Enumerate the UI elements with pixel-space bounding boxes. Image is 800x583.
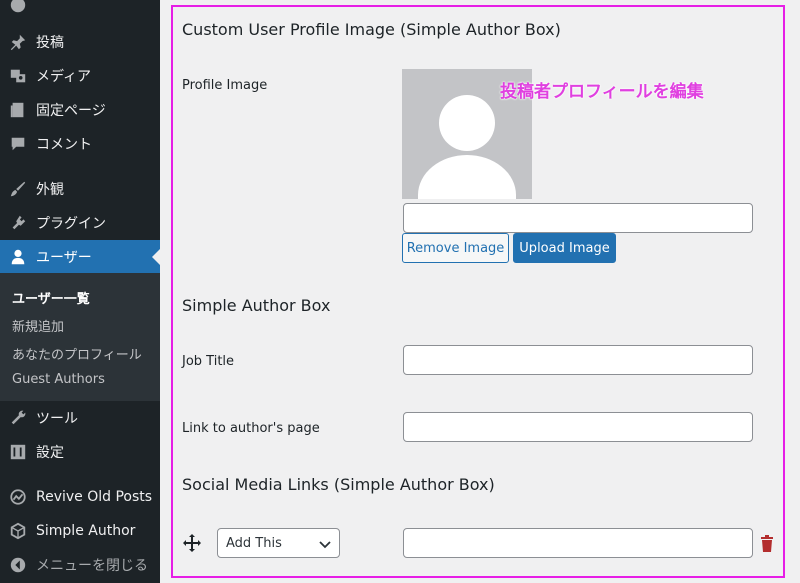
avatar-body-shape (418, 155, 516, 199)
settings-icon (0, 443, 36, 461)
chevron-down-icon (319, 538, 331, 550)
menu-label: ツール (36, 411, 78, 427)
submenu-item-guest-authors[interactable]: Guest Authors (12, 372, 105, 387)
job-title-label: Job Title (182, 354, 235, 369)
menu-item-posts[interactable]: 投稿 (0, 25, 160, 59)
menu-item-comments[interactable]: コメント (0, 127, 160, 161)
menu-label: 投稿 (36, 35, 64, 51)
admin-sidebar: 投稿 メディア 固定ページ コメント 外観 プラグイン ユーザー ユーザー一覧 … (0, 0, 160, 583)
user-icon (0, 248, 36, 266)
profile-image-section-title: Custom User Profile Image (Simple Author… (182, 20, 561, 39)
move-icon[interactable] (182, 533, 202, 553)
jetpack-icon (0, 0, 36, 14)
trash-icon[interactable] (760, 535, 774, 552)
menu-label: Simple Author (36, 523, 136, 539)
menu-label: プラグイン (36, 216, 106, 232)
profile-image-label: Profile Image (182, 78, 268, 93)
menu-label: メディア (36, 69, 92, 85)
pushpin-icon (0, 33, 36, 51)
upload-image-button[interactable]: Upload Image (513, 233, 616, 263)
author-link-input[interactable] (403, 412, 753, 442)
social-links-section-title: Social Media Links (Simple Author Box) (182, 475, 495, 494)
revive-icon (0, 488, 36, 506)
menu-label: ユーザー (36, 250, 92, 266)
remove-image-button[interactable]: Remove Image (402, 233, 509, 263)
comment-icon (0, 135, 36, 153)
menu-item-pages[interactable]: 固定ページ (0, 93, 160, 127)
submenu-item-add-new[interactable]: 新規追加 (12, 316, 64, 335)
page-icon (0, 101, 36, 119)
menu-label: 設定 (36, 445, 64, 461)
annotation-text: 投稿者プロフィールを編集 (500, 82, 704, 102)
menu-item-plugins[interactable]: プラグイン (0, 206, 160, 240)
profile-image-url-input[interactable] (403, 203, 753, 233)
submenu-item-all-users[interactable]: ユーザー一覧 (12, 288, 90, 307)
social-select-value: Add This (226, 535, 282, 551)
paintbrush-icon (0, 180, 36, 198)
menu-label: Revive Old Posts (36, 489, 153, 505)
menu-label: 外観 (36, 182, 64, 198)
social-url-input[interactable] (403, 528, 753, 558)
wrench-icon (0, 409, 36, 427)
cube-icon (0, 522, 36, 540)
collapse-arrow-icon (0, 556, 36, 574)
media-icon (0, 67, 36, 85)
menu-item-tools[interactable]: ツール (0, 401, 160, 435)
menu-item-users[interactable]: ユーザー (0, 240, 160, 274)
menu-item-appearance[interactable]: 外観 (0, 172, 160, 206)
menu-item-revive-old-posts[interactable]: Revive Old Posts (0, 480, 160, 514)
menu-item-simple-author[interactable]: Simple Author (0, 514, 160, 548)
author-link-label: Link to author's page (182, 421, 320, 436)
job-title-input[interactable] (403, 345, 753, 375)
users-submenu: ユーザー一覧 新規追加 あなたのプロフィール Guest Authors (0, 273, 160, 401)
plugin-icon (0, 214, 36, 232)
author-box-section-title: Simple Author Box (182, 296, 331, 315)
menu-item-collapse[interactable]: メニューを閉じる (0, 548, 160, 582)
avatar-head-shape (439, 95, 495, 151)
menu-label: 固定ページ (36, 103, 106, 119)
menu-item-jetpack-partial[interactable] (0, 0, 160, 22)
menu-label: メニューを閉じる (36, 558, 148, 574)
menu-item-settings[interactable]: 設定 (0, 435, 160, 469)
menu-item-media[interactable]: メディア (0, 59, 160, 93)
menu-label: コメント (36, 137, 92, 153)
submenu-item-your-profile[interactable]: あなたのプロフィール (12, 344, 142, 363)
social-network-select[interactable]: Add This (217, 528, 340, 558)
